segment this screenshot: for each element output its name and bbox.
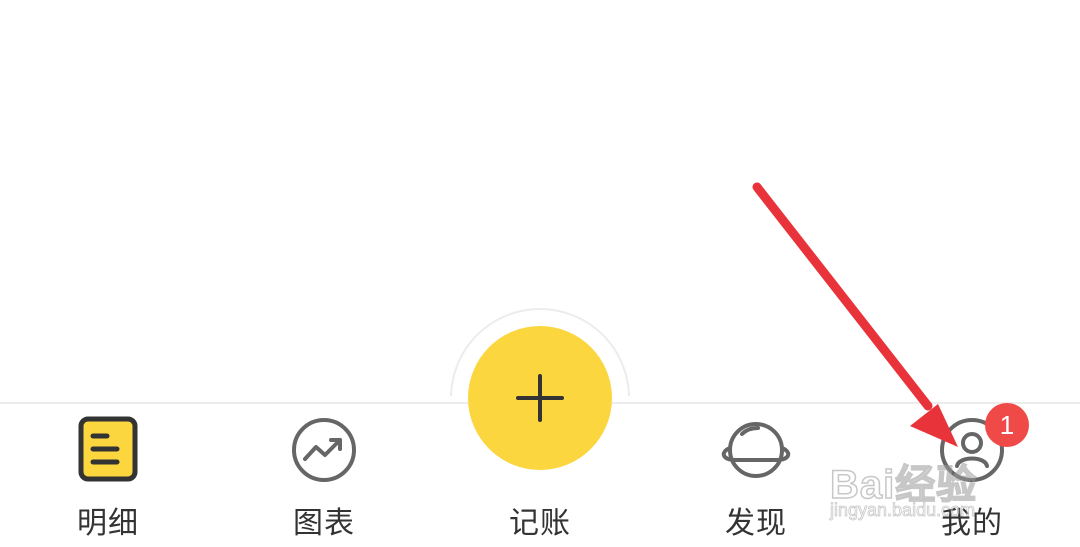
plus-icon <box>516 374 564 422</box>
tab-profile-label: 我的 <box>941 506 1003 541</box>
add-record-label[interactable]: 记账 <box>460 498 620 542</box>
tab-chart-label: 图表 <box>293 506 355 541</box>
notification-badge: 1 <box>985 403 1029 447</box>
detail-note-icon <box>73 414 143 484</box>
tab-discover[interactable]: 发现 <box>676 410 836 541</box>
screen: 明细 图表 记账 发现 我的 1 Bai经验 jingyan.baidu.com <box>0 0 1080 547</box>
tab-detail[interactable]: 明细 <box>28 410 188 541</box>
planet-icon <box>721 414 791 484</box>
tab-chart[interactable]: 图表 <box>244 410 404 541</box>
chart-trend-icon <box>289 414 359 484</box>
add-record-button[interactable] <box>468 326 612 470</box>
tab-discover-label: 发现 <box>725 506 787 541</box>
tab-detail-label: 明细 <box>77 506 139 541</box>
